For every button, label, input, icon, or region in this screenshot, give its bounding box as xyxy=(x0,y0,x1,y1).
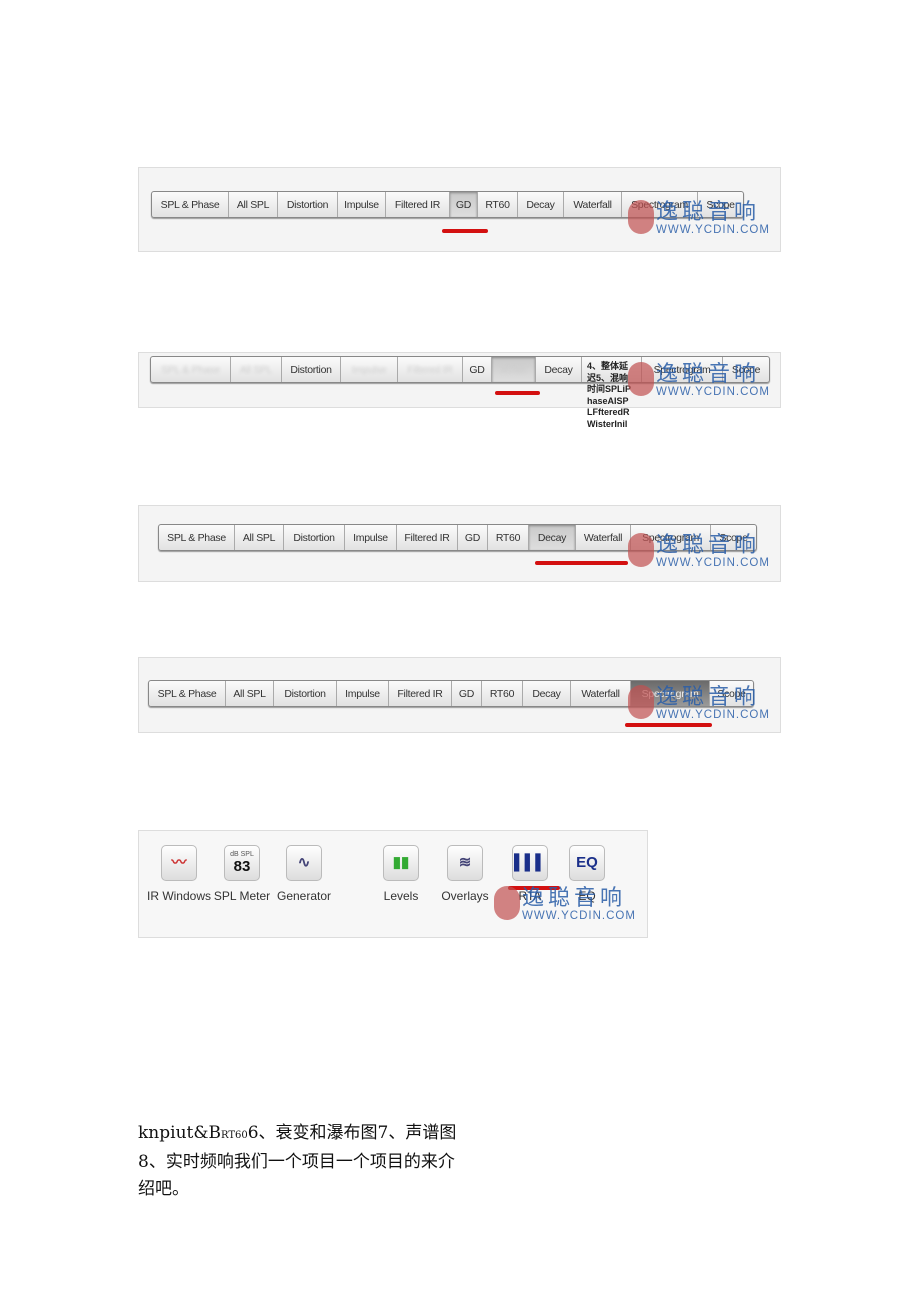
tab-impulse[interactable]: Impulse xyxy=(345,525,397,550)
red-underline xyxy=(442,229,488,233)
para-small: RT60 xyxy=(220,1130,248,1141)
tool-generator[interactable]: ∿ Generator xyxy=(264,845,344,903)
icon-glyph: ▮▮ xyxy=(392,854,410,871)
watermark: 逸聪音响 WWW.YCDIN.COM xyxy=(656,364,770,399)
watermark-seal xyxy=(494,886,520,920)
overlays-icon: ≋ xyxy=(447,845,483,881)
watermark-url: WWW.YCDIN.COM xyxy=(656,224,770,236)
icon-glyph: EQ xyxy=(576,854,598,871)
tab-rt60[interactable]: RT60 xyxy=(478,192,518,217)
tab-all-spl[interactable]: All SPL xyxy=(229,192,278,217)
generator-icon: ∿ xyxy=(286,845,322,881)
tool-label: Generator xyxy=(276,889,332,903)
overlay-line: haseAISP xyxy=(587,395,629,406)
icon-glyph: ∿ xyxy=(297,854,311,871)
watermark: 逸聪音响 WWW.YCDIN.COM xyxy=(522,888,636,923)
ir-windows-icon: 〰 xyxy=(161,845,197,881)
tab-all-spl[interactable]: All SPL xyxy=(235,525,284,550)
tab-rt60[interactable]: RT60 xyxy=(492,357,536,382)
tab-all-spl[interactable]: All SPL xyxy=(231,357,282,382)
red-underline xyxy=(495,391,540,395)
levels-icon: ▮▮ xyxy=(383,845,419,881)
red-underline xyxy=(535,561,628,565)
watermark-url: WWW.YCDIN.COM xyxy=(656,557,770,569)
tab-rt60[interactable]: RT60 xyxy=(482,681,523,706)
tab-gd[interactable]: GD xyxy=(458,525,488,550)
watermark: 逸聪音响 WWW.YCDIN.COM xyxy=(656,202,770,237)
icon-glyph: 83 xyxy=(233,858,251,875)
tab-decay[interactable]: Decay xyxy=(536,357,582,382)
tab-distortion[interactable]: Distortion xyxy=(278,192,338,217)
watermark-url: WWW.YCDIN.COM xyxy=(522,910,636,922)
icon-glyph: 〰 xyxy=(171,854,187,871)
tab-all-spl[interactable]: All SPL xyxy=(226,681,274,706)
tab-waterfall[interactable]: Waterfall xyxy=(564,192,622,217)
watermark-seal xyxy=(628,200,654,234)
tab-distortion[interactable]: Distortion xyxy=(282,357,341,382)
tab-gd[interactable]: GD xyxy=(450,192,478,217)
tab-decay[interactable]: Decay xyxy=(529,525,576,550)
tab-rt60[interactable]: RT60 xyxy=(488,525,529,550)
tab-waterfall[interactable]: Waterfall xyxy=(576,525,631,550)
watermark: 逸聪音响 WWW.YCDIN.COM xyxy=(656,687,770,722)
watermark-cn: 逸聪音响 xyxy=(656,200,761,225)
tab-spl-phase[interactable]: SPL & Phase xyxy=(159,525,235,550)
spl-meter-icon: dB SPL 83 xyxy=(224,845,260,881)
tab-spl-phase[interactable]: SPL & Phase xyxy=(149,681,226,706)
tab-spl-phase[interactable]: SPL & Phase xyxy=(152,192,229,217)
watermark-cn: 逸聪音响 xyxy=(656,362,761,387)
icon-glyph: ▌▌▌ xyxy=(514,854,546,871)
icon-glyph: ≋ xyxy=(458,854,472,871)
tab-waterfall[interactable]: Waterfall xyxy=(571,681,631,706)
tab-gd[interactable]: GD xyxy=(463,357,492,382)
para-prefix: knpiut&B xyxy=(138,1123,221,1143)
watermark-seal xyxy=(628,533,654,567)
tab-filtered-ir[interactable]: Filtered IR xyxy=(389,681,452,706)
body-paragraph: knpiut&BRT606、衰变和瀑布图7、声谱图8、实时频响我们一个项目一个项… xyxy=(138,1120,468,1203)
watermark-cn: 逸聪音响 xyxy=(522,886,627,911)
watermark: 逸聪音响 WWW.YCDIN.COM xyxy=(656,535,770,570)
watermark-seal xyxy=(628,685,654,719)
rta-icon: ▌▌▌ xyxy=(512,845,548,881)
tab-impulse[interactable]: Impulse xyxy=(341,357,398,382)
tab-spl-phase[interactable]: SPL & Phase xyxy=(151,357,231,382)
tab-decay[interactable]: Decay xyxy=(523,681,571,706)
tab-gd[interactable]: GD xyxy=(452,681,482,706)
tab-impulse[interactable]: Impulse xyxy=(338,192,386,217)
watermark-url: WWW.YCDIN.COM xyxy=(656,386,770,398)
overlay-line: WisterInil xyxy=(587,418,628,429)
tab-filtered-ir[interactable]: Filtered IR xyxy=(398,357,463,382)
overlay-line: LFfteredR xyxy=(587,407,630,417)
watermark-url: WWW.YCDIN.COM xyxy=(656,709,770,721)
tab-filtered-ir[interactable]: Filtered IR xyxy=(386,192,450,217)
eq-icon: EQ xyxy=(569,845,605,881)
tab-distortion[interactable]: Distortion xyxy=(274,681,337,706)
watermark-cn: 逸聪音响 xyxy=(656,533,761,558)
watermark-seal xyxy=(628,362,654,396)
tab-impulse[interactable]: Impulse xyxy=(337,681,389,706)
watermark-cn: 逸聪音响 xyxy=(656,685,761,710)
red-underline xyxy=(625,723,712,727)
tab-distortion[interactable]: Distortion xyxy=(284,525,345,550)
tab-decay[interactable]: Decay xyxy=(518,192,564,217)
tab-filtered-ir[interactable]: Filtered IR xyxy=(397,525,458,550)
